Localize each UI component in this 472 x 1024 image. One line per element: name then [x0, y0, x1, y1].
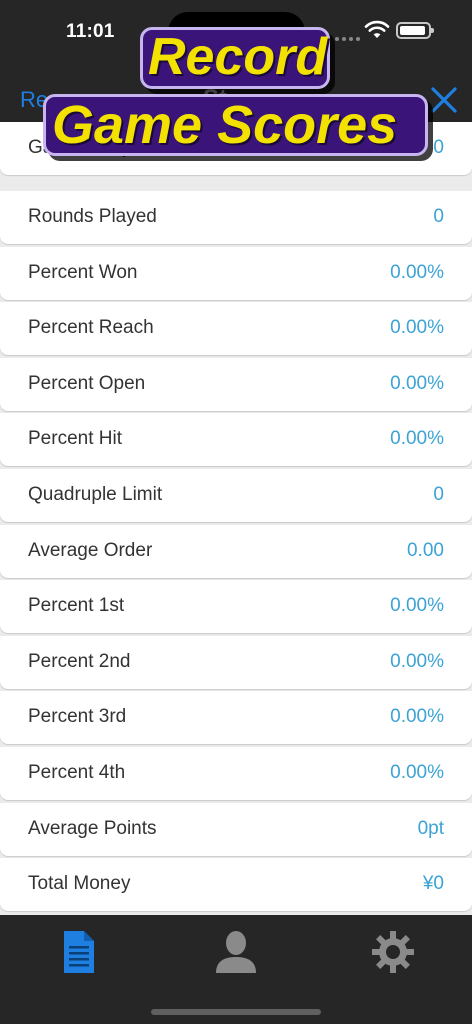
- stat-row-percent-open[interactable]: Percent Open 0.00%: [0, 358, 472, 411]
- stat-label: Percent 2nd: [28, 651, 131, 672]
- close-icon[interactable]: [428, 84, 460, 116]
- document-icon[interactable]: [57, 929, 101, 975]
- stat-row-average-order[interactable]: Average Order 0.00: [0, 525, 472, 578]
- stat-row-average-points[interactable]: Average Points 0pt: [0, 803, 472, 856]
- stat-value: 0: [433, 484, 444, 505]
- stat-row-percent-won[interactable]: Percent Won 0.00%: [0, 247, 472, 300]
- stat-row-total-money[interactable]: Total Money ¥0: [0, 858, 472, 911]
- person-icon[interactable]: [214, 929, 258, 975]
- stat-value: 0.00%: [390, 595, 444, 616]
- stat-row-percent-hit[interactable]: Percent Hit 0.00%: [0, 413, 472, 466]
- stat-label: Percent 4th: [28, 762, 126, 783]
- stat-value: ¥0: [422, 873, 444, 894]
- promo-line-1: Record: [148, 28, 328, 86]
- stat-row-percent-1st[interactable]: Percent 1st 0.00%: [0, 580, 472, 633]
- stat-label: Percent 1st: [28, 595, 125, 616]
- stat-value: 0.00%: [390, 428, 444, 449]
- stat-label: Percent Won: [28, 262, 138, 283]
- stat-row-percent-3rd[interactable]: Percent 3rd 0.00%: [0, 691, 472, 744]
- stat-row-percent-reach[interactable]: Percent Reach 0.00%: [0, 302, 472, 355]
- stat-row-rounds-played[interactable]: Rounds Played 0: [0, 191, 472, 244]
- home-indicator[interactable]: [151, 1009, 321, 1015]
- stat-value: 0.00%: [390, 262, 444, 283]
- stat-value: 0pt: [417, 818, 444, 839]
- wifi-icon: [364, 20, 390, 38]
- stat-label: Percent Reach: [28, 317, 154, 338]
- stat-value: 0.00: [407, 540, 444, 561]
- stat-label: Quadruple Limit: [28, 484, 163, 505]
- stat-label: Total Money: [28, 873, 131, 894]
- stat-label: Average Points: [28, 818, 157, 839]
- battery-icon: [396, 22, 434, 39]
- stat-row-quadruple-limit[interactable]: Quadruple Limit 0: [0, 469, 472, 522]
- tab-bar: [0, 915, 472, 1024]
- stat-value: 0.00%: [390, 651, 444, 672]
- stat-row-percent-2nd[interactable]: Percent 2nd 0.00%: [0, 636, 472, 689]
- stat-row-percent-4th[interactable]: Percent 4th 0.00%: [0, 747, 472, 800]
- stat-value: 0: [433, 137, 444, 158]
- stat-label: Rounds Played: [28, 206, 157, 227]
- stat-label: Percent 3rd: [28, 706, 127, 727]
- stat-value: 0.00%: [390, 317, 444, 338]
- stat-label: Average Order: [28, 540, 153, 561]
- stat-value: 0.00%: [390, 373, 444, 394]
- stat-value: 0.00%: [390, 762, 444, 783]
- status-time: 11:01: [66, 21, 115, 42]
- stat-label: Percent Hit: [28, 428, 122, 449]
- stat-value: 0: [433, 206, 444, 227]
- gear-icon[interactable]: [371, 929, 415, 975]
- cellular-signal-icon: [335, 37, 360, 41]
- statistics-screen: 11:01 Re St Games Played 0 Rounds Played…: [0, 0, 472, 1024]
- promo-line-2: Game Scores: [52, 95, 398, 155]
- stat-value: 0.00%: [390, 706, 444, 727]
- stat-label: Percent Open: [28, 373, 146, 394]
